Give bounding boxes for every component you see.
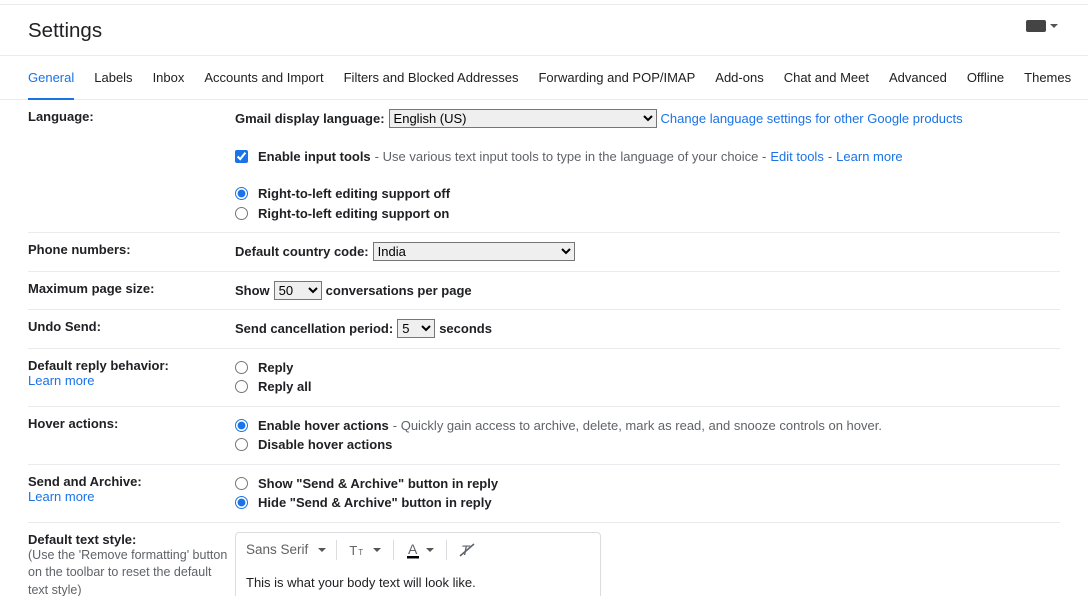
settings-header: Settings (0, 4, 1088, 56)
tab-chat[interactable]: Chat and Meet (784, 56, 869, 100)
enable-input-tools-label: Enable input tools (258, 147, 371, 167)
input-tools-learn-more[interactable]: Learn more (836, 147, 902, 167)
enable-hover-desc: - Quickly gain access to archive, delete… (393, 416, 882, 436)
change-language-other-products-link[interactable]: Change language settings for other Googl… (661, 109, 963, 129)
font-select[interactable]: Sans Serif (246, 542, 326, 557)
tab-labels[interactable]: Labels (94, 56, 132, 100)
edit-tools-link[interactable]: Edit tools (770, 147, 823, 167)
tab-general[interactable]: General (28, 56, 74, 100)
undo-label: Undo Send: (28, 319, 101, 334)
rtl-off-label: Right-to-left editing support off (258, 184, 450, 204)
divider (336, 540, 337, 560)
keyboard-icon (1026, 20, 1046, 32)
show-send-archive-radio[interactable] (235, 477, 248, 490)
reply-all-radio[interactable] (235, 380, 248, 393)
rtl-on-label: Right-to-left editing support on (258, 204, 449, 224)
disable-hover-radio[interactable] (235, 438, 248, 451)
send-archive-learn-more[interactable]: Learn more (28, 489, 235, 504)
tab-inbox[interactable]: Inbox (153, 56, 185, 100)
svg-text:A: A (408, 541, 418, 557)
svg-text:T: T (350, 542, 358, 557)
language-label: Language: (28, 109, 94, 124)
chevron-down-icon (426, 548, 434, 552)
cancellation-period-label: Send cancellation period: (235, 319, 393, 339)
reply-label: Default reply behavior: (28, 358, 235, 373)
section-text-style: Default text style: (Use the 'Remove for… (28, 523, 1060, 596)
svg-text:T: T (358, 547, 363, 556)
enable-hover-label: Enable hover actions (258, 416, 389, 436)
undo-period-select[interactable]: 5 (397, 319, 435, 338)
enable-input-tools-checkbox[interactable] (235, 150, 248, 163)
default-country-select[interactable]: India (373, 242, 575, 261)
remove-formatting-icon: T (459, 542, 477, 558)
conversations-label: conversations per page (326, 281, 472, 301)
reply-option: Reply (258, 358, 293, 378)
text-style-editor: Sans Serif T T A (235, 532, 601, 596)
section-hover: Hover actions: Enable hover actions - Qu… (28, 407, 1060, 465)
section-phone: Phone numbers: Default country code: Ind… (28, 233, 1060, 272)
section-undo: Undo Send: Send cancellation period: 5 s… (28, 310, 1060, 349)
reply-all-option: Reply all (258, 377, 311, 397)
phone-label: Phone numbers: (28, 242, 131, 257)
remove-formatting-button[interactable]: T (457, 538, 479, 562)
disable-hover-label: Disable hover actions (258, 435, 392, 455)
rtl-on-radio[interactable] (235, 207, 248, 220)
text-color-button[interactable]: A (404, 537, 436, 563)
enable-hover-radio[interactable] (235, 419, 248, 432)
show-label: Show (235, 281, 270, 301)
hover-label: Hover actions: (28, 416, 118, 431)
text-size-button[interactable]: T T (347, 538, 383, 562)
divider (446, 540, 447, 560)
page-size-label: Maximum page size: (28, 281, 154, 296)
settings-tabs: General Labels Inbox Accounts and Import… (0, 56, 1088, 100)
hide-send-archive-radio[interactable] (235, 496, 248, 509)
seconds-label: seconds (439, 319, 492, 339)
display-language-label: Gmail display language: (235, 109, 385, 129)
hide-send-archive-label: Hide "Send & Archive" button in reply (258, 493, 492, 513)
section-send-archive: Send and Archive: Learn more Show "Send … (28, 465, 1060, 523)
tab-offline[interactable]: Offline (967, 56, 1004, 100)
chevron-down-icon (1050, 24, 1058, 28)
chevron-down-icon (318, 548, 326, 552)
tab-filters[interactable]: Filters and Blocked Addresses (344, 56, 519, 100)
section-page-size: Maximum page size: Show 50 conversations… (28, 272, 1060, 311)
chevron-down-icon (373, 548, 381, 552)
default-country-label: Default country code: (235, 242, 369, 262)
divider (393, 540, 394, 560)
tab-forwarding[interactable]: Forwarding and POP/IMAP (538, 56, 695, 100)
text-size-icon: T T (349, 542, 369, 558)
text-style-label: Default text style: (28, 532, 235, 547)
text-style-hint: (Use the 'Remove formatting' button on t… (28, 547, 235, 596)
tab-accounts[interactable]: Accounts and Import (204, 56, 323, 100)
tab-addons[interactable]: Add-ons (715, 56, 763, 100)
input-tools-desc: - Use various text input tools to type i… (375, 147, 767, 167)
text-color-icon: A (406, 541, 422, 559)
show-send-archive-label: Show "Send & Archive" button in reply (258, 474, 498, 494)
input-tools-menu[interactable] (1026, 20, 1058, 32)
send-archive-label: Send and Archive: (28, 474, 235, 489)
rtl-off-radio[interactable] (235, 187, 248, 200)
tab-advanced[interactable]: Advanced (889, 56, 947, 100)
section-reply: Default reply behavior: Learn more Reply… (28, 349, 1060, 407)
tab-themes[interactable]: Themes (1024, 56, 1071, 100)
section-language: Language: Gmail display language: Englis… (28, 100, 1060, 233)
page-title: Settings (28, 19, 1088, 43)
dash: - (828, 147, 832, 167)
text-style-preview: This is what your body text will look li… (236, 567, 600, 596)
display-language-select[interactable]: English (US) (389, 109, 657, 128)
reply-radio[interactable] (235, 361, 248, 374)
font-name: Sans Serif (246, 542, 308, 557)
reply-learn-more[interactable]: Learn more (28, 373, 235, 388)
page-size-select[interactable]: 50 (274, 281, 322, 300)
